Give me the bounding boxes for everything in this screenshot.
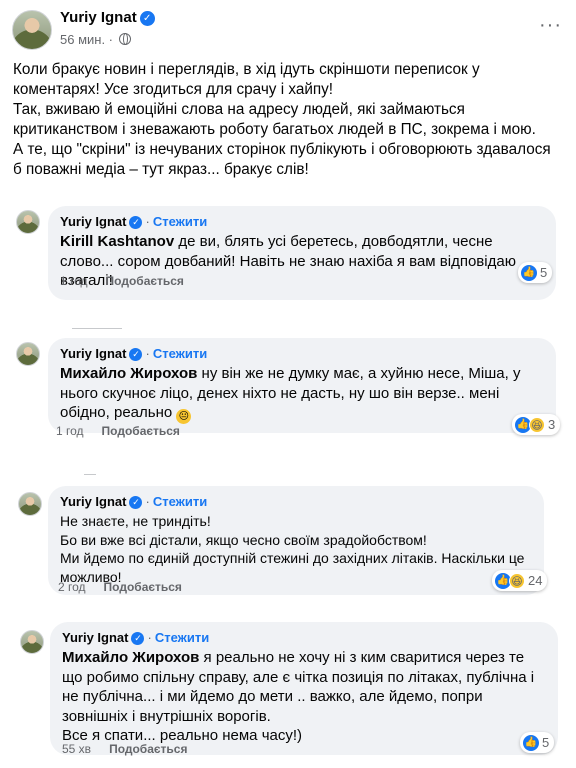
comment-actions: 55 хв Подобається — [62, 742, 187, 756]
comment-author[interactable]: Yuriy Ignat — [60, 346, 126, 361]
post-author-row: Yuriy Ignat ✓ — [60, 9, 155, 26]
comment-avatar[interactable] — [16, 342, 40, 366]
post-paragraph: Коли бракує новин і переглядів, в хід ід… — [13, 61, 480, 98]
post-paragraph: А те, що "скріни" із нечуваних сторінок … — [13, 141, 551, 178]
mention-link[interactable]: Михайло Жирохов — [62, 649, 199, 666]
post-text: Коли бракує новин і переглядів, в хід ід… — [13, 60, 563, 180]
like-button[interactable]: Подобається — [104, 580, 182, 594]
reaction-summary[interactable]: 👍 😆 24 — [492, 570, 548, 591]
comment-time[interactable]: 2 год — [58, 580, 86, 594]
follow-button[interactable]: Стежити — [153, 214, 207, 229]
comment-actions: 2 год Подобається — [58, 580, 182, 594]
comment-time[interactable]: 1 год — [60, 274, 88, 288]
verified-badge-icon: ✓ — [129, 348, 143, 361]
like-button[interactable]: Подобається — [102, 424, 180, 438]
follow-button[interactable]: Стежити — [153, 494, 207, 509]
comment-text: Михайло Жирохов я реально не хочу ні з к… — [62, 648, 546, 726]
mention-link[interactable]: Михайло Жирохов — [60, 365, 197, 382]
post-meta: 56 мин. · — [60, 32, 131, 47]
verified-badge-icon: ✓ — [129, 496, 143, 509]
divider — [84, 474, 96, 475]
comment-time[interactable]: 55 хв — [62, 742, 91, 756]
comment-actions: 1 год Подобається — [56, 424, 180, 438]
reaction-count: 5 — [542, 735, 550, 750]
comment-author[interactable]: Yuriy Ignat — [62, 630, 128, 645]
like-button[interactable]: Подобається — [106, 274, 184, 288]
follow-button[interactable]: Стежити — [155, 630, 209, 645]
comment-line: Не знаєте, не триндіть! — [60, 513, 211, 529]
haha-reaction-icon: 😆 — [509, 572, 525, 589]
comment-avatar[interactable] — [20, 630, 44, 654]
like-reaction-icon: 👍 — [521, 264, 537, 281]
verified-badge-icon: ✓ — [139, 11, 155, 26]
reaction-summary[interactable]: 👍 5 — [520, 732, 555, 753]
more-options-icon[interactable]: ··· — [539, 14, 562, 37]
post-author-name[interactable]: Yuriy Ignat — [60, 9, 137, 26]
comment-author[interactable]: Yuriy Ignat — [60, 494, 126, 509]
verified-badge-icon: ✓ — [129, 216, 143, 229]
haha-reaction-icon: 😆 — [529, 416, 545, 433]
neutral-face-emoji-icon: 😐 — [176, 409, 192, 424]
mention-link[interactable]: Kirill Kashtanov — [60, 233, 174, 250]
comment-header: Yuriy Ignat ✓ · Стежити — [60, 346, 208, 361]
like-button[interactable]: Подобається — [109, 742, 187, 756]
post-paragraph: Так, вживаю й емоційні слова на адресу л… — [13, 101, 536, 138]
comment-header: Yuriy Ignat ✓ · Стежити — [60, 214, 208, 229]
reaction-summary[interactable]: 👍 😆 3 — [512, 414, 561, 435]
reaction-summary[interactable]: 👍 5 — [518, 262, 553, 283]
comment-line: Бо ви вже всі дістали, якщо чесно своїм … — [60, 531, 427, 548]
like-reaction-icon: 👍 — [523, 734, 539, 751]
comment-text: Михайло Жирохов ну він же не думку має, … — [60, 364, 544, 424]
follow-button[interactable]: Стежити — [153, 346, 207, 361]
comment-header: Yuriy Ignat ✓ · Стежити — [62, 630, 210, 645]
comment-time[interactable]: 1 год — [56, 424, 84, 438]
reaction-count: 5 — [540, 265, 548, 280]
reaction-count: 3 — [548, 417, 556, 432]
comment-avatar[interactable] — [16, 210, 40, 234]
comment-bubble: Yuriy Ignat ✓ · Стежити Михайло Жирохов ну … — [48, 338, 556, 433]
comment-bubble: Yuriy Ignat ✓ · Стежити Не знаєте, не тринд… — [48, 486, 544, 595]
globe-icon — [118, 33, 131, 45]
comment-actions: 1 год Подобається — [60, 274, 184, 288]
comment-bubble: Yuriy Ignat ✓ · Стежити Михайло Жирохов я р… — [50, 622, 558, 755]
divider — [72, 328, 122, 329]
reaction-count: 24 — [528, 573, 543, 588]
post-author-avatar[interactable] — [12, 10, 52, 50]
post-time[interactable]: 56 мин. — [60, 32, 105, 47]
verified-badge-icon: ✓ — [131, 632, 145, 645]
comment-header: Yuriy Ignat ✓ · Стежити — [60, 494, 208, 509]
comment-avatar[interactable] — [18, 492, 42, 516]
comment-author[interactable]: Yuriy Ignat — [60, 214, 126, 229]
